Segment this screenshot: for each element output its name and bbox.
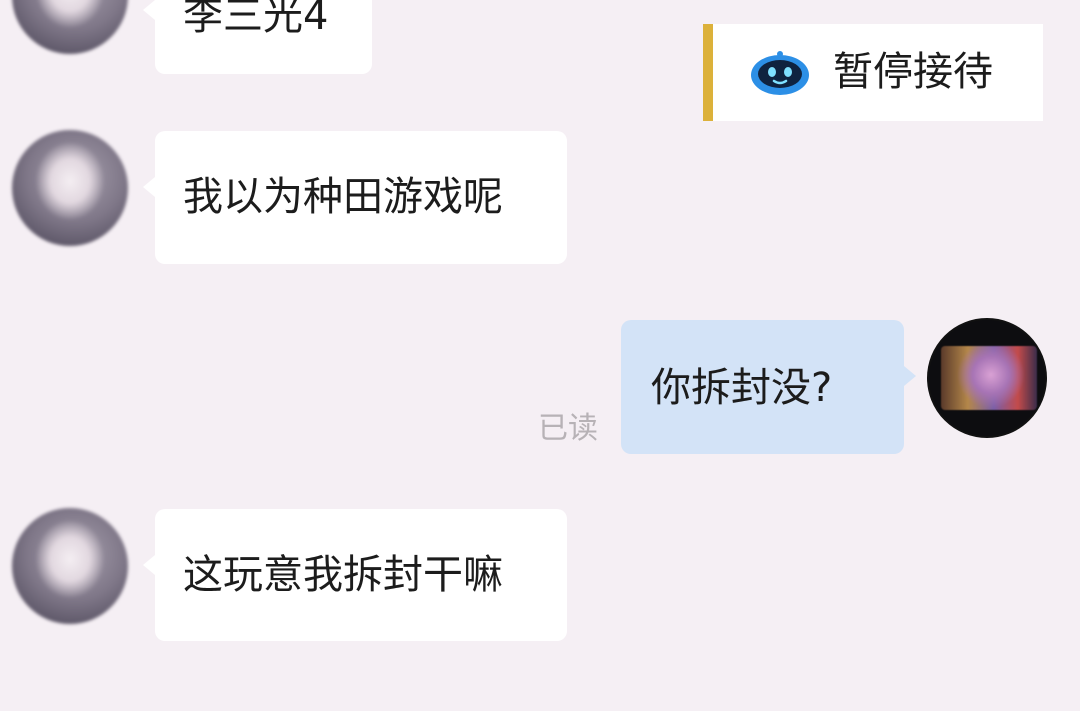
status-accent-bar [703,24,713,121]
message-bubble-incoming[interactable]: 李三光4 [143,0,372,74]
service-status-card[interactable]: 暂停接待 [703,24,1043,121]
message-bubble-outgoing[interactable]: 你拆封没? [621,320,916,454]
status-label: 暂停接待 [833,49,993,95]
chat-message-list[interactable]: 李三光4 暂停接待 我以为种田游戏呢 已读 你拆封没? 这玩意我拆封干嘛 [0,0,1080,711]
robot-icon [751,51,809,95]
contact-avatar[interactable] [12,130,128,246]
read-receipt: 已读 [538,411,598,446]
message-text: 我以为种田游戏呢 [183,174,503,220]
avatar-artwork [941,346,1037,410]
message-bubble-incoming[interactable]: 这玩意我拆封干嘛 [143,509,567,641]
message-text: 李三光4 [183,0,329,39]
message-text: 这玩意我拆封干嘛 [183,552,503,598]
message-text: 你拆封没? [651,365,833,411]
message-bubble-incoming[interactable]: 我以为种田游戏呢 [143,131,567,264]
contact-avatar[interactable] [12,0,128,54]
contact-avatar[interactable] [12,508,128,624]
my-avatar[interactable] [927,318,1047,438]
